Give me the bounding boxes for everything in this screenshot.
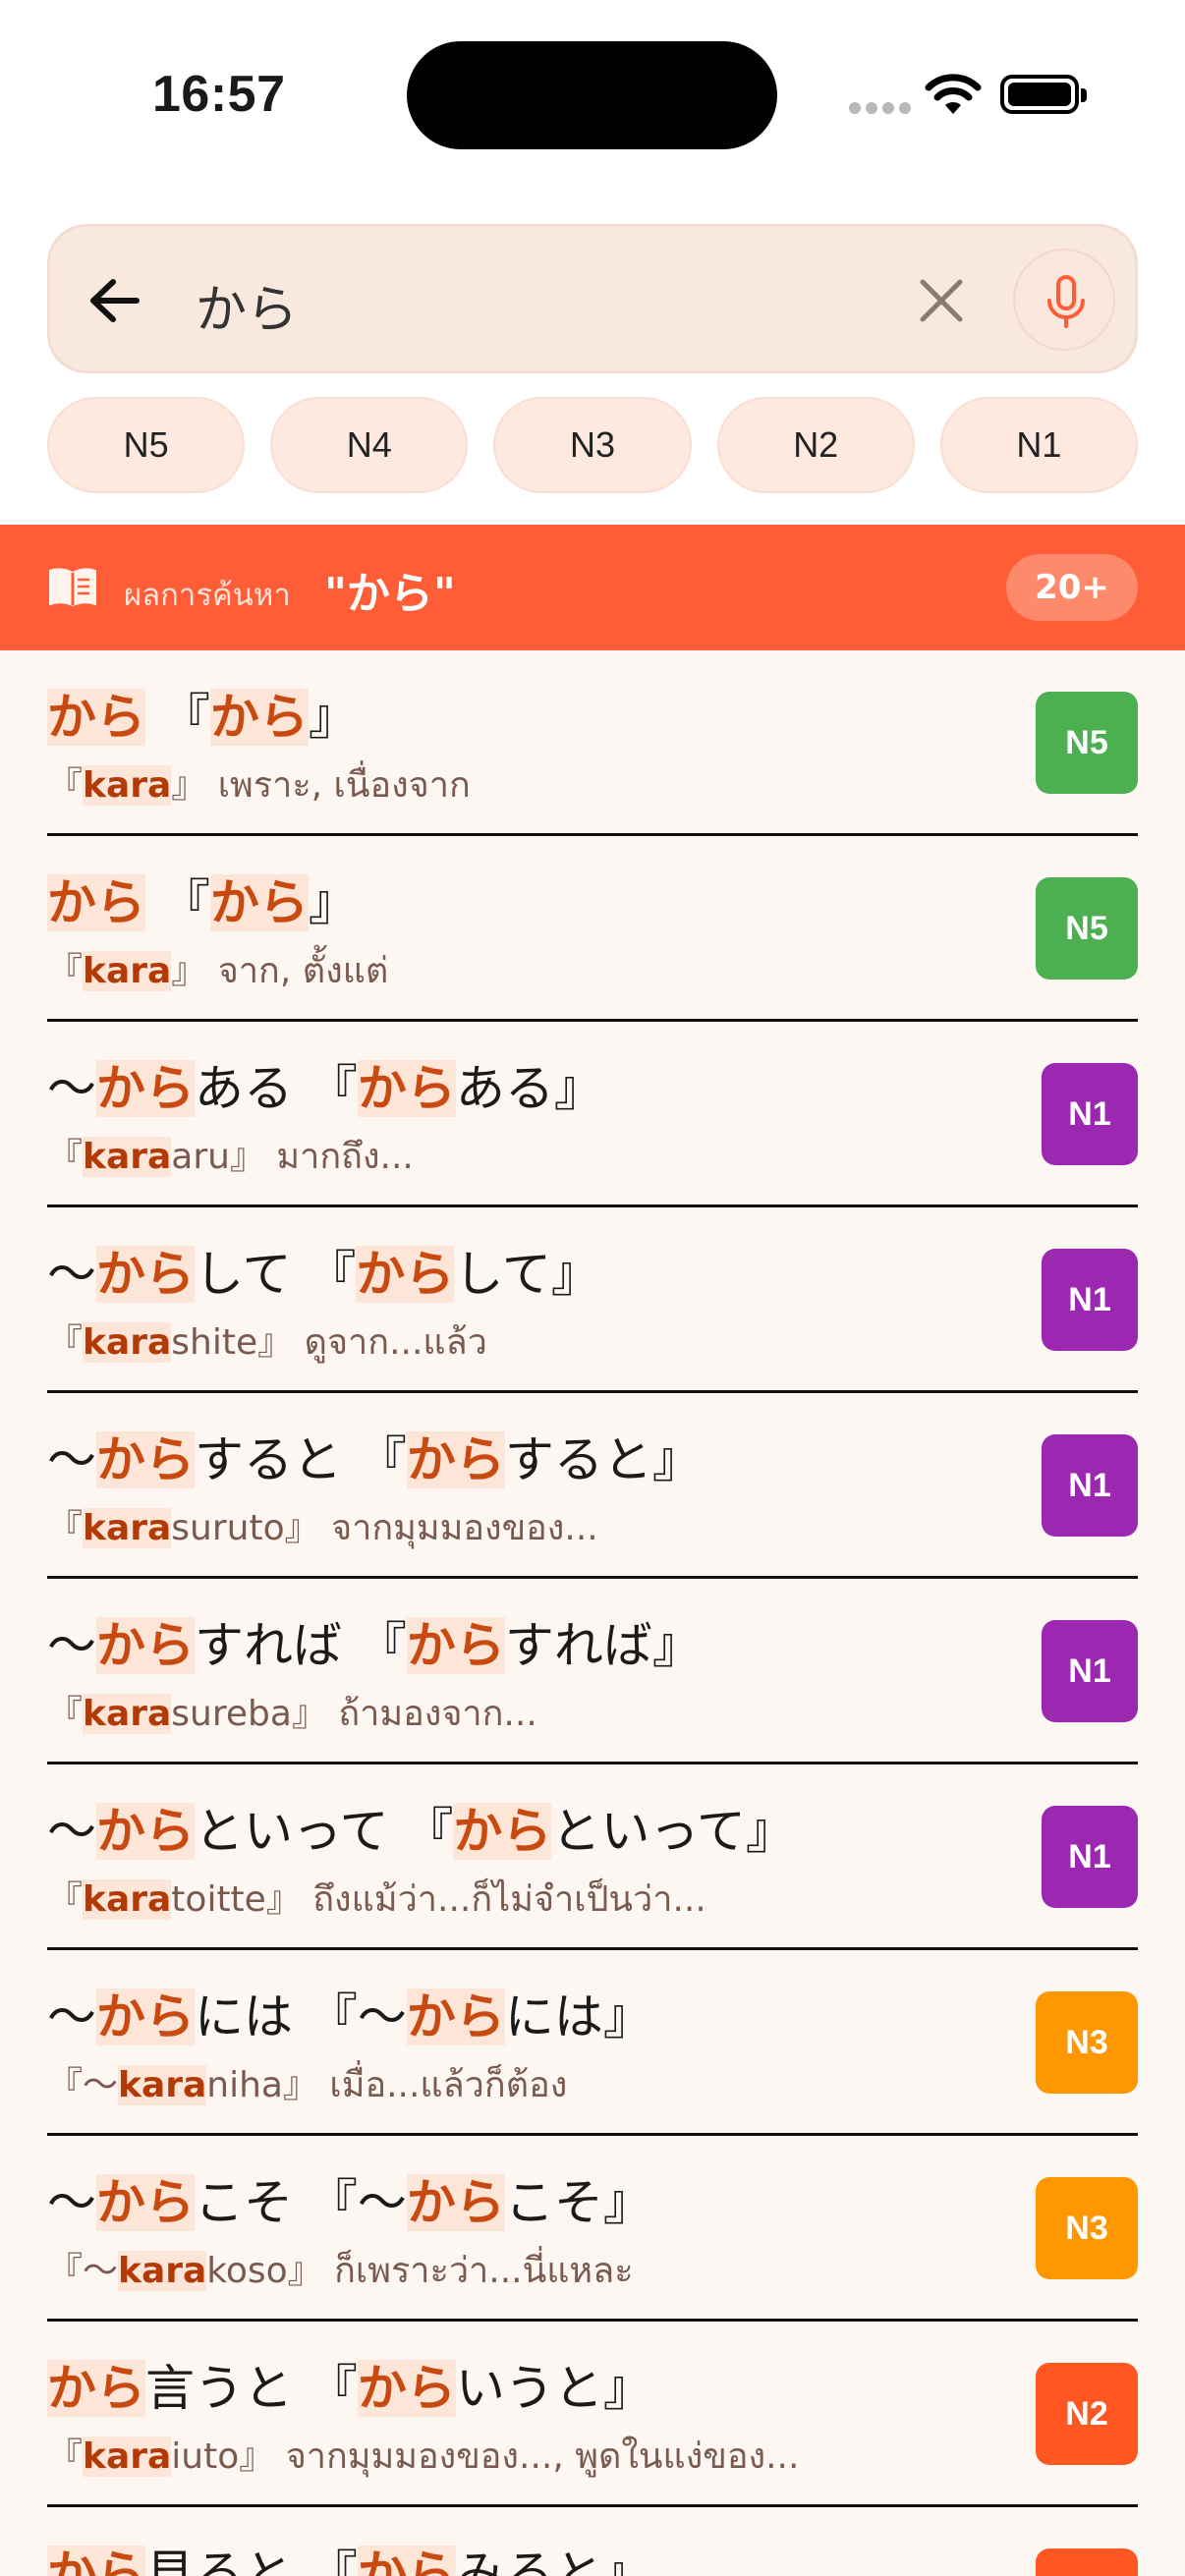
chip-n5[interactable]: N5: [47, 397, 246, 493]
level-badge: N5: [1036, 692, 1138, 794]
list-item[interactable]: 〜からこそ 『〜からこそ』 『〜karakoso』 ก็เพราะว่า...น…: [47, 2136, 1138, 2322]
item-reading-meaning: 『karaaru』 มากถึง...: [47, 1137, 414, 1177]
level-badge: N2: [1036, 2548, 1138, 2576]
level-badge: N3: [1036, 2177, 1138, 2279]
list-item[interactable]: 〜からすれば 『からすれば』 『karasureba』 ถ้ามองจาก...…: [47, 1579, 1138, 1764]
result-query: "から": [324, 569, 456, 619]
clear-icon[interactable]: [917, 276, 966, 325]
item-reading-meaning: 『kara』 เพราะ, เนื่องจาก: [47, 765, 471, 806]
search-bar[interactable]: から: [47, 224, 1138, 373]
search-input[interactable]: から: [196, 268, 298, 342]
item-word: から言うと 『からいうと』: [47, 2360, 652, 2417]
item-word: 〜からある 『からある』: [47, 1060, 603, 1117]
item-word: から 『から』: [47, 874, 358, 931]
level-badge: N1: [1042, 1063, 1138, 1165]
item-reading-meaning: 『〜karaniha』 เมื่อ...แล้วก็ต้อง: [47, 2065, 568, 2105]
list-item[interactable]: から 『から』 『kara』 เพราะ, เนื่องจาก N5: [47, 650, 1138, 836]
level-badge: N2: [1036, 2363, 1138, 2465]
level-badge: N1: [1042, 1620, 1138, 1722]
item-reading-meaning: 『karasureba』 ถ้ามองจาก...: [47, 1694, 537, 1734]
result-count-badge: 20+: [1006, 554, 1138, 621]
item-reading-meaning: 『karashite』 ดูจาก...แล้ว: [47, 1322, 487, 1363]
dynamic-island: [407, 41, 777, 149]
result-list: から 『から』 『kara』 เพราะ, เนื่องจาก N5 から 『か…: [47, 650, 1138, 2576]
level-filter-chips: N5 N4 N3 N2 N1: [47, 397, 1139, 493]
level-badge: N3: [1036, 1991, 1138, 2094]
list-item[interactable]: から言うと 『からいうと』 『karaiuto』 จากมุมมองของ...…: [47, 2322, 1138, 2507]
list-item[interactable]: 〜からすると 『からすると』 『karasuruto』 จากมุมมองของ…: [47, 1393, 1138, 1579]
microphone-icon: [1047, 275, 1085, 328]
status-time: 16:57: [152, 66, 286, 123]
cellular-signal-icon: [849, 102, 911, 114]
level-badge: N1: [1042, 1434, 1138, 1537]
item-word: 〜からして 『からして』: [47, 1246, 600, 1303]
voice-search-button[interactable]: [1013, 249, 1115, 351]
list-item[interactable]: 〜からして 『からして』 『karashite』 ดูจาก...แล้ว N1: [47, 1207, 1138, 1393]
item-reading-meaning: 『karatoitte』 ถึงแม้ว่า...ก็ไม่จำเป็นว่า.…: [47, 1879, 706, 1920]
item-word: 〜からといって 『からといって』: [47, 1803, 795, 1860]
level-badge: N1: [1042, 1249, 1138, 1351]
item-reading-meaning: 『karaiuto』 จากมุมมองของ..., พูดในแง่ของ.…: [47, 2436, 800, 2477]
chip-n4[interactable]: N4: [270, 397, 469, 493]
item-reading-meaning: 『karasuruto』 จากมุมมองของ...: [47, 1508, 598, 1548]
back-arrow-icon[interactable]: [85, 274, 144, 327]
item-reading-meaning: 『kara』 จาก, ตั้งแต่: [47, 951, 389, 991]
list-item[interactable]: 〜からには 『〜からには』 『〜karaniha』 เมื่อ...แล้วก็…: [47, 1950, 1138, 2136]
wifi-icon: [925, 74, 982, 114]
list-item[interactable]: 〜からある 『からある』 『karaaru』 มากถึง... N1: [47, 1022, 1138, 1207]
item-word: から 『から』: [47, 689, 358, 746]
chip-n2[interactable]: N2: [716, 397, 915, 493]
item-reading-meaning: 『〜karakoso』 ก็เพราะว่า...นี่แหละ: [47, 2251, 634, 2291]
item-word: から見ると 『からみると』: [47, 2535, 652, 2576]
item-word: 〜からには 『〜からには』: [47, 1988, 652, 2045]
battery-icon: [1000, 75, 1087, 114]
level-badge: N5: [1036, 877, 1138, 980]
result-header: ผลการค้นหา "から" 20+: [0, 525, 1185, 650]
item-word: 〜からすると 『からすると』: [47, 1431, 702, 1488]
list-item[interactable]: から見ると 『からみると』 N2: [47, 2507, 1138, 2576]
chip-n3[interactable]: N3: [493, 397, 692, 493]
level-badge: N1: [1042, 1806, 1138, 1908]
item-word: 〜からこそ 『〜からこそ』: [47, 2174, 652, 2231]
book-icon: [49, 568, 96, 607]
list-item[interactable]: 〜からといって 『からといって』 『karatoitte』 ถึงแม้ว่า.…: [47, 1764, 1138, 1950]
result-label: ผลการค้นหา: [124, 578, 291, 613]
list-item[interactable]: から 『から』 『kara』 จาก, ตั้งแต่ N5: [47, 836, 1138, 1022]
chip-n1[interactable]: N1: [939, 397, 1139, 493]
item-word: 〜からすれば 『からすれば』: [47, 1617, 702, 1674]
